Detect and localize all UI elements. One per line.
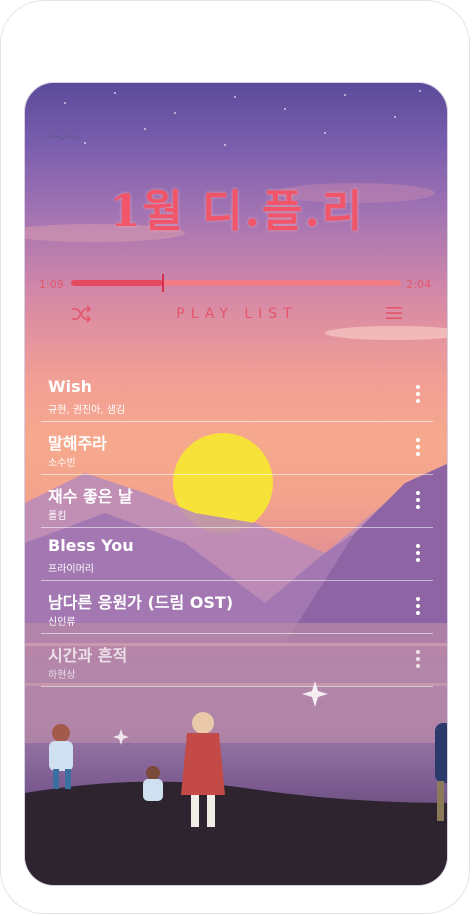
current-time: 1:09 (39, 278, 64, 291)
progress-knob[interactable] (162, 274, 165, 292)
track-title: 시간과 흔적 (48, 646, 128, 665)
track-item[interactable]: 남다른 응원가 (드림 OST) 신인류 (41, 581, 433, 634)
more-vertical-icon[interactable] (415, 597, 421, 617)
more-vertical-icon[interactable] (415, 385, 421, 405)
more-vertical-icon[interactable] (415, 544, 421, 564)
track-title: 남다른 응원가 (드림 OST) (48, 593, 234, 612)
track-item[interactable]: Bless You 프라이머리 (41, 528, 433, 581)
track-item[interactable]: 시간과 흔적 하현상 (41, 634, 433, 687)
playlist-title: 1월 디.플.리 (109, 186, 365, 237)
track-title: Bless You (48, 536, 134, 555)
track-title: 말해주라 (48, 434, 107, 453)
progress-fill (71, 280, 164, 286)
track-item[interactable]: 재수 좋은 날 폴킴 (41, 475, 433, 528)
track-list: Wish 규현, 권진아, 샘김 말해주라 소수빈 재수 좋은 날 폴킴 Ble… (41, 369, 433, 687)
total-time: 2:04 (406, 278, 431, 291)
menu-icon[interactable] (385, 305, 403, 321)
more-vertical-icon[interactable] (415, 491, 421, 511)
progress-bar[interactable] (71, 274, 401, 292)
track-artist: 규현, 권진아, 샘김 (48, 405, 126, 416)
more-vertical-icon[interactable] (415, 650, 421, 670)
track-title: Wish (48, 377, 93, 396)
track-artist: 폴킴 (48, 511, 67, 522)
track-artist: 신인류 (48, 617, 76, 628)
track-item[interactable]: 말해주라 소수빈 (41, 422, 433, 475)
player-screen: 1월 디.플.리 1:09 2:04 PLAY LIST Wish 규현, 권진… (24, 82, 448, 886)
track-title: 재수 좋은 날 (48, 487, 133, 506)
track-artist: 프라이머리 (48, 564, 94, 575)
track-item[interactable]: Wish 규현, 권진아, 샘김 (41, 369, 433, 422)
more-vertical-icon[interactable] (415, 438, 421, 458)
track-artist: 소수빈 (48, 458, 76, 469)
track-artist: 하현상 (48, 670, 76, 681)
